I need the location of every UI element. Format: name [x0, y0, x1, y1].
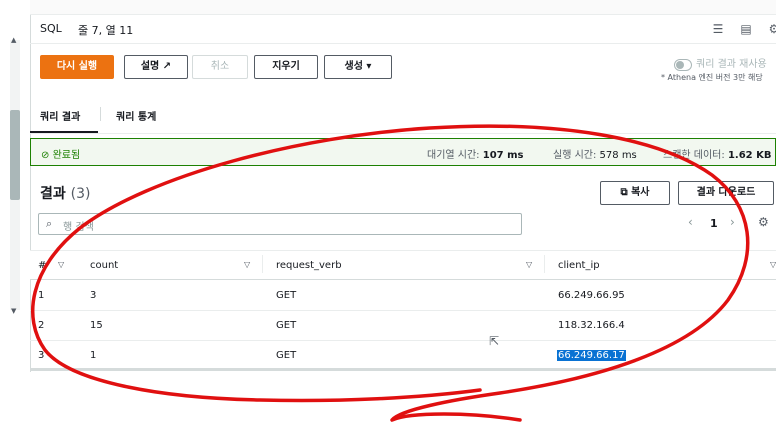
scrollbar-thumb[interactable]: [10, 110, 20, 200]
cell-request-verb: GET: [276, 350, 297, 361]
tab-divider: [100, 107, 101, 121]
cell-request-verb: GET: [276, 320, 297, 331]
athena-version-note: * Athena 엔진 버전 3만 해당: [661, 73, 763, 82]
run-time-value: 578 ms: [599, 150, 637, 161]
column-header-request-verb[interactable]: request_verb: [276, 260, 342, 271]
queue-time: 대기열 시간: 107 ms: [427, 146, 523, 161]
sort-icon[interactable]: ▽: [526, 260, 532, 269]
column-header-client-ip[interactable]: client_ip: [558, 260, 600, 271]
sort-icon[interactable]: ▽: [244, 260, 250, 269]
row-number: 1: [38, 290, 45, 301]
scroll-down-icon[interactable]: ▼: [11, 307, 16, 315]
query-status-banner: ⊘ 완료됨 대기열 시간: 107 ms 실행 시간: 578 ms 스캔한 데…: [30, 138, 776, 166]
status-label: 완료됨: [52, 150, 81, 161]
shortcuts-icon[interactable]: ▤: [738, 22, 754, 36]
reuse-results-label: 쿼리 결과 재사용: [696, 59, 767, 70]
run-time: 실행 시간: 578 ms: [553, 146, 637, 161]
data-scanned: 스캔한 데이터: 1.62 KB: [663, 146, 771, 161]
caret-down-icon: ▾: [366, 61, 372, 72]
table-row: 2 15 GET 118.32.166.4: [30, 310, 776, 341]
column-header-number: #: [38, 260, 47, 271]
format-query-icon[interactable]: ☰: [710, 22, 726, 36]
mouse-cursor-icon: ⇱: [489, 334, 500, 348]
copy-label: 복사: [631, 187, 650, 198]
cell-client-ip-selected[interactable]: 66.249.66.17: [557, 350, 626, 361]
results-heading: 결과 (3): [40, 183, 90, 203]
reuse-results-toggle[interactable]: [674, 59, 692, 71]
download-label: 결과 다운로드: [696, 187, 756, 198]
create-dropdown-button[interactable]: 생성 ▾: [324, 55, 392, 79]
copy-button[interactable]: ⧉ 복사: [600, 181, 670, 205]
tab-query-results[interactable]: 쿼리 결과: [40, 108, 80, 123]
data-scanned-value: 1.62 KB: [727, 150, 772, 161]
clear-button[interactable]: 지우기: [254, 55, 318, 79]
sort-icon[interactable]: ▽: [770, 260, 776, 269]
table-row: 1 3 GET 66.249.66.95: [30, 280, 776, 311]
copy-icon: ⧉: [620, 187, 628, 198]
cancel-label: 취소: [210, 61, 230, 72]
cancel-button[interactable]: 취소: [192, 55, 248, 79]
status-completed: ⊘ 완료됨: [41, 146, 80, 161]
cell-client-ip: 118.32.166.4: [558, 320, 625, 331]
table-settings-icon[interactable]: ⚙: [758, 215, 769, 229]
cursor-position: 줄 7, 열 11: [78, 24, 134, 37]
left-gutter: ▲ ▼: [0, 0, 31, 372]
current-page[interactable]: 1: [710, 217, 718, 230]
search-icon: ⌕: [46, 217, 53, 230]
tabs-divider: [30, 133, 776, 134]
download-results-button[interactable]: 결과 다운로드: [678, 181, 774, 205]
check-circle-icon: ⊘: [41, 150, 50, 161]
prev-page-icon[interactable]: ‹: [688, 215, 693, 229]
column-header-count[interactable]: count: [90, 260, 118, 271]
language-label: SQL: [40, 22, 62, 35]
cell-client-ip: 66.249.66.95: [558, 290, 625, 301]
cell-request-verb: GET: [276, 290, 297, 301]
panel-bottom-border: [30, 368, 776, 371]
explain-label: 설명: [140, 61, 160, 72]
run-time-label: 실행 시간:: [553, 150, 597, 161]
run-again-button[interactable]: 다시 실행: [40, 55, 114, 79]
editor-top-strip: [30, 0, 776, 15]
row-number: 2: [38, 320, 45, 331]
editor-status-bar: SQL 줄 7, 열 11 ☰ ▤ ⚙: [30, 15, 776, 44]
sort-icon[interactable]: ▽: [58, 260, 64, 269]
run-again-label: 다시 실행: [56, 61, 98, 72]
scroll-up-icon[interactable]: ▲: [11, 36, 16, 44]
cell-count: 3: [90, 290, 97, 301]
queue-time-label: 대기열 시간:: [427, 150, 480, 161]
clear-label: 지우기: [272, 61, 300, 72]
tab-query-stats[interactable]: 쿼리 통계: [116, 108, 156, 123]
explain-button[interactable]: 설명 ↗: [124, 55, 188, 79]
column-divider[interactable]: [262, 255, 263, 273]
cell-count: 15: [90, 320, 103, 331]
external-link-icon: ↗: [162, 61, 172, 72]
row-search-field[interactable]: ⌕ 행 검색: [38, 213, 522, 235]
search-placeholder: 행 검색: [63, 222, 94, 233]
results-table-header: # ▽ count ▽ request_verb ▽ client_ip ▽: [30, 250, 776, 280]
results-title: 결과: [40, 186, 66, 202]
next-page-icon[interactable]: ›: [730, 215, 735, 229]
column-divider[interactable]: [544, 255, 545, 273]
queue-time-value: 107 ms: [482, 150, 524, 161]
table-row: 3 1 GET 66.249.66.17: [30, 340, 776, 371]
create-label: 생성: [344, 61, 363, 72]
data-scanned-label: 스캔한 데이터:: [663, 150, 725, 161]
cell-count: 1: [90, 350, 97, 361]
results-count: (3): [70, 186, 91, 202]
settings-icon[interactable]: ⚙: [766, 22, 776, 36]
row-number: 3: [38, 350, 45, 361]
